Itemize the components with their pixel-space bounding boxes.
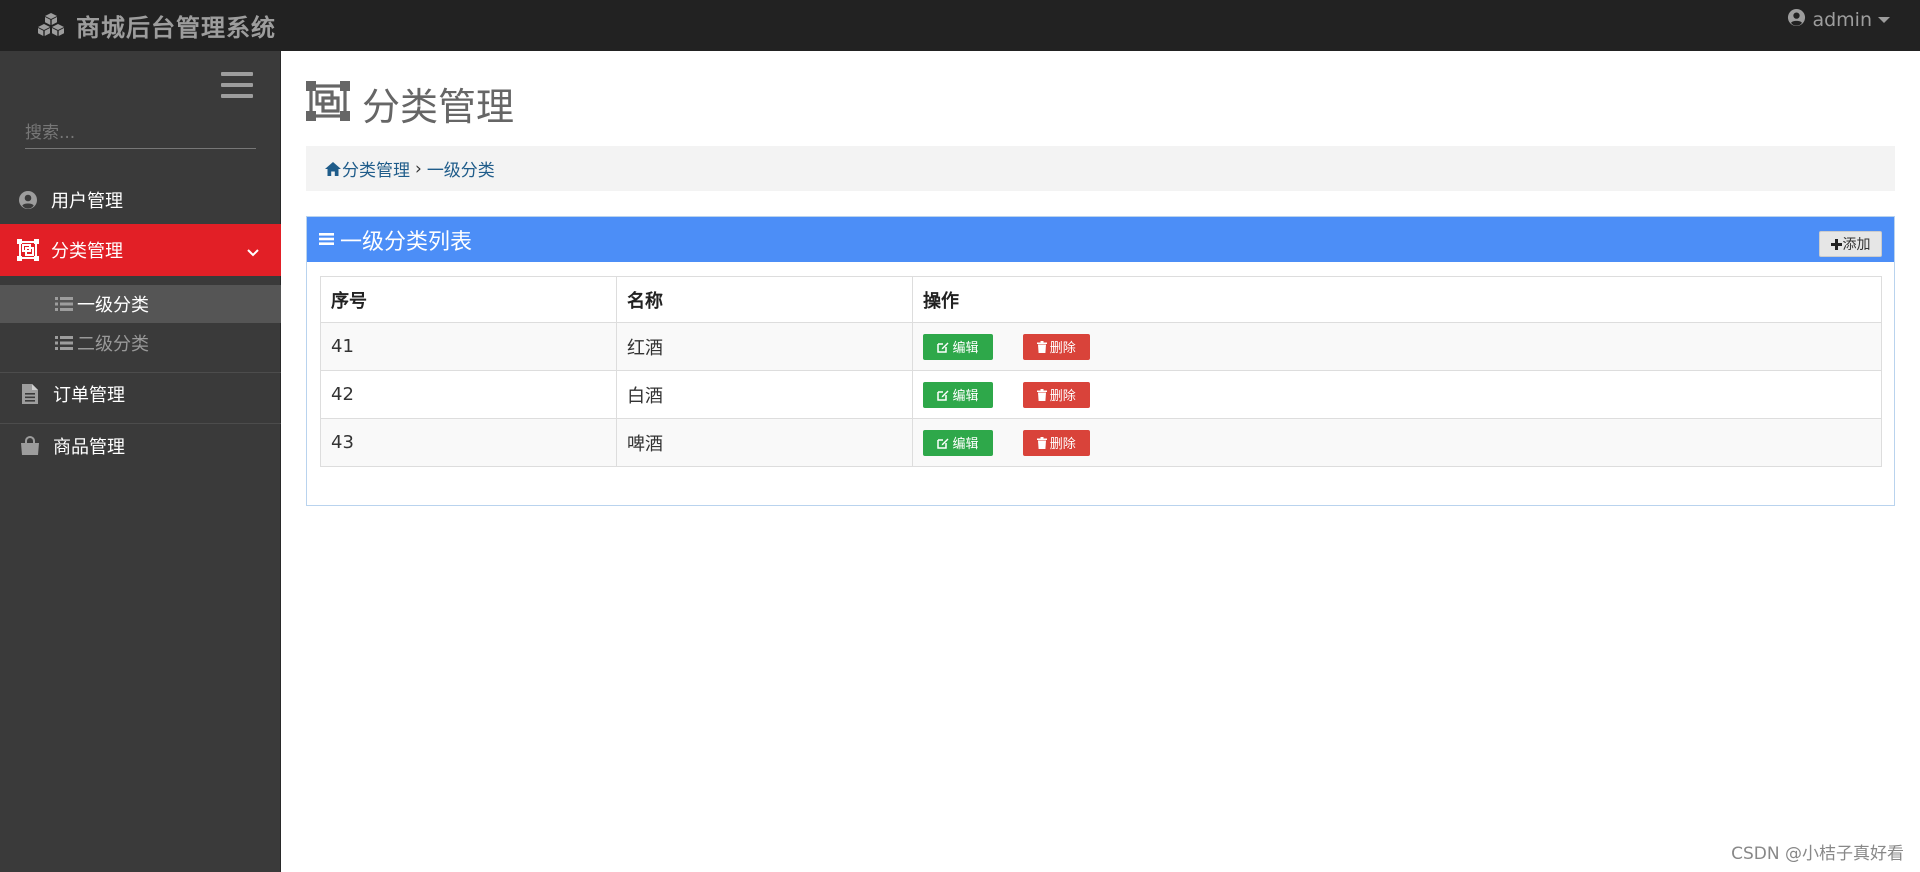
panel-title: 一级分类列表 xyxy=(340,229,473,255)
category-list-panel: 一级分类列表 添加 序号 名称 操作 41 红酒 编辑 删除 42 白酒 编辑 … xyxy=(306,216,1895,506)
user-menu[interactable]: admin xyxy=(1787,0,1890,40)
category-icon xyxy=(306,81,350,125)
edit-button-label: 编辑 xyxy=(952,437,979,452)
sidebar-item-label: 用户管理 xyxy=(51,191,123,212)
delete-button-label: 删除 xyxy=(1049,437,1076,452)
cubes-icon xyxy=(36,12,66,40)
sidebar-subitem-label: 一级分类 xyxy=(77,295,149,316)
edit-button[interactable]: 编辑 xyxy=(923,333,993,360)
cell-name: 啤酒 xyxy=(616,418,913,467)
breadcrumb-link-category[interactable]: 分类管理 xyxy=(342,156,410,181)
sidebar-item-users[interactable]: 用户管理 xyxy=(0,179,281,221)
home-icon xyxy=(325,161,341,176)
bars-icon xyxy=(319,227,334,252)
edit-button-label: 编辑 xyxy=(952,341,979,356)
sidebar-subitem-label: 二级分类 xyxy=(77,334,149,355)
cell-actions: 编辑 删除 xyxy=(912,370,1882,419)
delete-button-label: 删除 xyxy=(1049,341,1076,356)
add-button-label: 添加 xyxy=(1842,237,1871,253)
category-icon xyxy=(17,239,39,261)
cell-id: 42 xyxy=(320,370,617,419)
breadcrumb: 分类管理 › 一级分类 xyxy=(306,146,1895,191)
edit-button-label: 编辑 xyxy=(952,389,979,404)
delete-button[interactable]: 删除 xyxy=(1022,381,1090,408)
category-table: 序号 名称 操作 41 红酒 编辑 删除 42 白酒 编辑 删除 43 啤酒 编… xyxy=(320,276,1882,467)
column-header-id: 序号 xyxy=(320,276,617,323)
hamburger-menu-icon[interactable] xyxy=(221,72,253,98)
sidebar-item-label: 分类管理 xyxy=(51,241,123,262)
chevron-down-icon xyxy=(247,242,259,263)
delete-button-label: 删除 xyxy=(1049,389,1076,404)
plus-icon xyxy=(1830,238,1842,250)
username: admin xyxy=(1812,9,1872,31)
breadcrumb-current[interactable]: 一级分类 xyxy=(427,156,495,181)
list-icon xyxy=(55,297,73,311)
cell-name: 红酒 xyxy=(616,322,913,371)
delete-button[interactable]: 删除 xyxy=(1022,333,1090,360)
table-row: 43 啤酒 编辑 删除 xyxy=(320,418,1882,467)
cell-id: 43 xyxy=(320,418,617,467)
cell-name: 白酒 xyxy=(616,370,913,419)
shopping-bag-icon xyxy=(19,435,41,457)
user-circle-icon xyxy=(17,189,39,211)
divider xyxy=(0,423,281,424)
page-header: 分类管理 xyxy=(306,80,514,129)
sidebar-item-orders[interactable]: 订单管理 xyxy=(0,373,281,415)
edit-icon xyxy=(937,341,949,353)
sidebar-item-label: 商品管理 xyxy=(53,437,125,458)
sidebar-item-label: 订单管理 xyxy=(53,385,125,406)
caret-down-icon xyxy=(1878,17,1890,23)
cell-actions: 编辑 删除 xyxy=(912,418,1882,467)
table-row: 42 白酒 编辑 删除 xyxy=(320,370,1882,419)
user-circle-icon xyxy=(1787,8,1806,32)
edit-icon xyxy=(937,437,949,449)
column-header-actions: 操作 xyxy=(912,276,1882,323)
cell-actions: 编辑 删除 xyxy=(912,322,1882,371)
watermark: CSDN @小桔子真好看 xyxy=(1731,844,1904,864)
trash-icon xyxy=(1036,436,1047,449)
trash-icon xyxy=(1036,388,1047,401)
column-header-name: 名称 xyxy=(616,276,913,323)
sidebar: 用户管理 分类管理 xyxy=(0,51,281,872)
add-button[interactable]: 添加 xyxy=(1819,231,1882,257)
trash-icon xyxy=(1036,340,1047,353)
brand[interactable]: 商城后台管理系统 xyxy=(36,0,276,51)
search-input[interactable] xyxy=(25,117,256,149)
panel-heading: 一级分类列表 添加 xyxy=(307,217,1894,262)
app-title: 商城后台管理系统 xyxy=(76,14,276,42)
document-icon xyxy=(19,383,41,405)
edit-button[interactable]: 编辑 xyxy=(923,429,993,456)
top-navbar: 商城后台管理系统 admin xyxy=(0,0,1920,51)
list-icon xyxy=(55,336,73,350)
edit-icon xyxy=(937,389,949,401)
sidebar-item-products[interactable]: 商品管理 xyxy=(0,425,281,467)
sidebar-subitem-level1[interactable]: 一级分类 xyxy=(0,285,281,323)
table-row: 41 红酒 编辑 删除 xyxy=(320,322,1882,371)
sidebar-item-category[interactable]: 分类管理 xyxy=(0,224,281,276)
table-header-row: 序号 名称 操作 xyxy=(320,276,1882,323)
sidebar-subitem-level2[interactable]: 二级分类 xyxy=(0,324,281,362)
breadcrumb-separator: › xyxy=(415,158,422,179)
page-title: 分类管理 xyxy=(362,84,515,129)
cell-id: 41 xyxy=(320,322,617,371)
delete-button[interactable]: 删除 xyxy=(1022,429,1090,456)
edit-button[interactable]: 编辑 xyxy=(923,381,993,408)
